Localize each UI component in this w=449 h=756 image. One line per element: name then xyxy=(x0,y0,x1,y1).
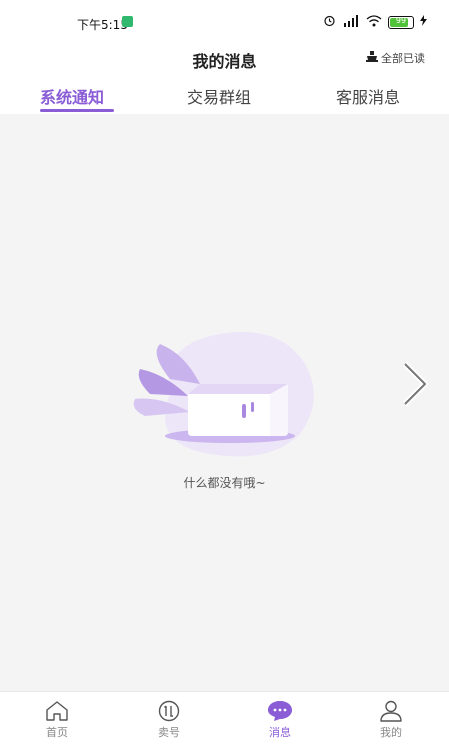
message-list-area[interactable]: 什么都没有哦~ xyxy=(0,114,449,691)
wifi-icon xyxy=(366,14,382,30)
nav-sell-label: 卖号 xyxy=(158,726,180,739)
bottom-navigation: 首页 卖号 消息 我的 xyxy=(0,691,449,756)
battery-icon: 99 xyxy=(388,15,414,29)
charging-icon xyxy=(420,15,427,29)
empty-box-illustration xyxy=(133,332,314,457)
nav-messages[interactable]: 消息 xyxy=(240,700,320,740)
battery-level: 99 xyxy=(395,15,407,25)
broom-icon xyxy=(366,51,378,65)
active-tab-indicator xyxy=(40,109,114,112)
tab-system-notice[interactable]: 系统通知 xyxy=(40,84,104,108)
nav-sell[interactable]: 卖号 xyxy=(129,700,209,740)
empty-state-message: 什么都没有哦~ xyxy=(183,476,266,490)
nav-home[interactable]: 首页 xyxy=(17,700,97,740)
profile-icon xyxy=(380,700,402,722)
nav-profile-label: 我的 xyxy=(380,726,402,739)
sell-icon xyxy=(158,700,180,722)
status-bar: 下午5:15 99 xyxy=(0,0,449,42)
nav-messages-label: 消息 xyxy=(269,726,291,739)
mark-all-read-label: 全部已读 xyxy=(381,52,425,65)
title-bar: 我的消息 全部已读 xyxy=(0,42,449,76)
message-icon xyxy=(268,701,292,721)
mark-all-read-button[interactable]: 全部已读 xyxy=(366,50,425,66)
status-time: 下午5:15 xyxy=(77,18,128,32)
tab-customer-service[interactable]: 客服消息 xyxy=(336,84,400,108)
notification-app-icon xyxy=(122,16,133,27)
nav-profile[interactable]: 我的 xyxy=(351,700,431,740)
home-icon xyxy=(46,701,68,721)
alarm-icon xyxy=(323,14,336,30)
signal-icon xyxy=(342,14,360,30)
chevron-right-icon[interactable] xyxy=(401,360,429,408)
nav-home-label: 首页 xyxy=(46,726,68,739)
tab-trade-groups[interactable]: 交易群组 xyxy=(187,84,251,108)
status-icons: 99 xyxy=(323,14,427,30)
message-tabs: 系统通知 交易群组 客服消息 xyxy=(0,80,449,114)
